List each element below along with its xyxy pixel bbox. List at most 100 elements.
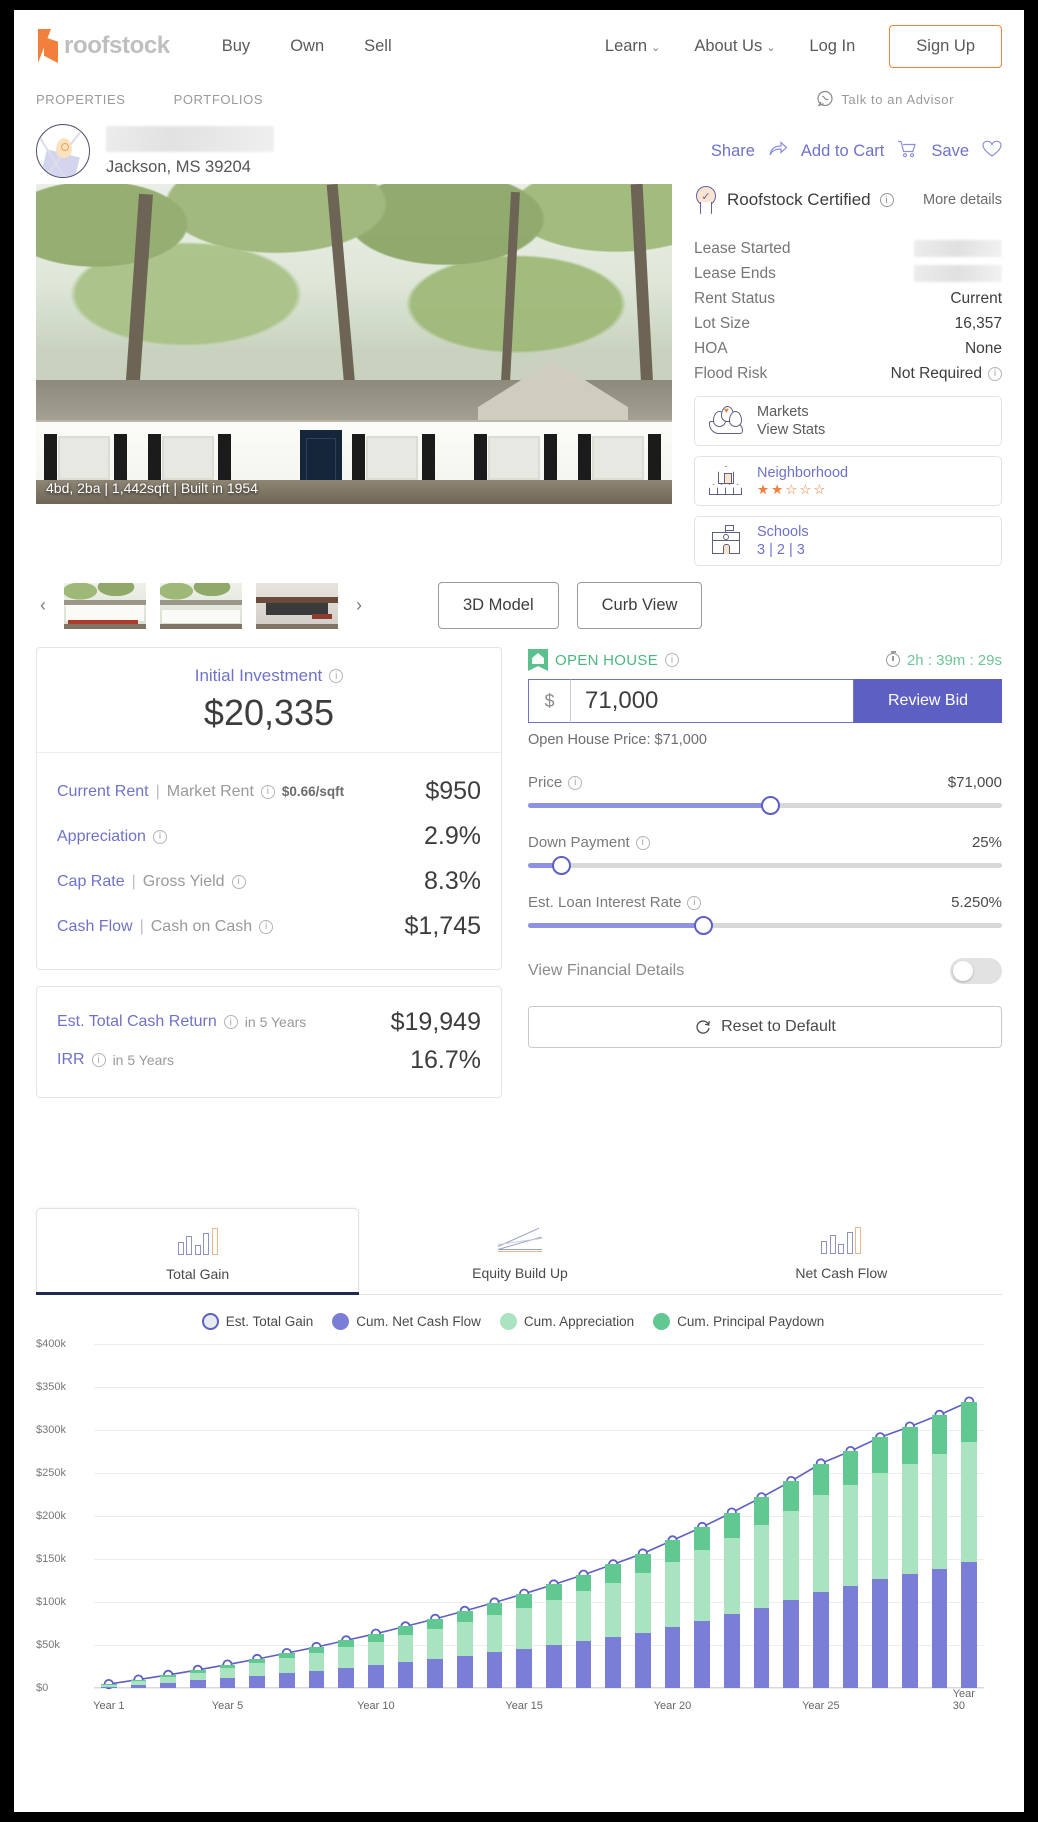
gallery-thumbnail[interactable] [64, 582, 146, 629]
sign-up-button[interactable]: Sign Up [889, 24, 1002, 68]
nav-link-learn[interactable]: Learn ⌄ [605, 37, 660, 56]
info-icon[interactable]: i [687, 895, 702, 910]
map-thumbnail-icon[interactable] [36, 124, 90, 178]
info-icon[interactable]: i [259, 919, 274, 934]
cart-icon[interactable] [897, 140, 918, 163]
chart-bar[interactable] [457, 1610, 473, 1688]
down-payment-slider-track[interactable] [528, 856, 1002, 875]
info-icon[interactable]: i [91, 1053, 106, 1067]
info-icon[interactable]: i [635, 835, 650, 850]
chart-bar[interactable] [753, 1497, 770, 1688]
share-icon[interactable] [768, 140, 788, 162]
chart-bar[interactable] [842, 1451, 859, 1688]
chart-bar[interactable] [694, 1527, 710, 1688]
chart-bar[interactable] [338, 1640, 354, 1688]
return-key[interactable]: IRR [57, 1051, 85, 1069]
talk-to-advisor-link[interactable]: Talk to an Advisor [816, 90, 1002, 108]
bid-amount-input[interactable]: 71,000 [570, 679, 854, 723]
save-button[interactable]: Save [931, 142, 969, 161]
chart-bar[interactable] [160, 1674, 176, 1688]
gallery-thumbnail[interactable] [160, 582, 242, 629]
chart-bar[interactable] [101, 1684, 117, 1688]
gallery-next-button[interactable]: › [352, 595, 366, 616]
chart-bar[interactable] [783, 1481, 799, 1688]
interest-rate-slider-knob[interactable] [694, 916, 714, 935]
neighborhood-card[interactable]: Neighborhood ★★☆☆☆ [694, 456, 1002, 506]
chart-bar[interactable] [635, 1553, 651, 1688]
reset-to-default-button[interactable]: Reset to Default [528, 1006, 1002, 1048]
info-icon[interactable]: i [665, 653, 680, 667]
info-icon[interactable]: i [231, 874, 246, 889]
chart-bar[interactable] [190, 1669, 206, 1688]
chart-bar[interactable] [219, 1664, 236, 1688]
chart-bar[interactable] [575, 1574, 592, 1688]
info-icon[interactable]: i [152, 829, 167, 844]
subnav-item-portfolios[interactable]: PORTFOLIOS [174, 92, 264, 107]
return-key[interactable]: Est. Total Cash Return [57, 1013, 217, 1031]
schools-card[interactable]: Schools 3 | 2 | 3 [694, 516, 1002, 566]
tab-net-cash-flow[interactable]: Net Cash Flow [681, 1208, 1002, 1294]
legend-item[interactable]: Cum. Net Cash Flow [332, 1313, 481, 1330]
chart-bar[interactable] [486, 1602, 503, 1688]
curb-view-button[interactable]: Curb View [576, 582, 703, 629]
gallery-thumbnail[interactable] [256, 582, 338, 629]
legend-item[interactable]: Cum. Principal Paydown [653, 1313, 824, 1330]
chart-bar[interactable] [249, 1658, 265, 1688]
3d-model-button[interactable]: 3D Model [438, 582, 559, 629]
chart-bar[interactable] [368, 1633, 384, 1688]
chart-bar[interactable] [427, 1618, 443, 1688]
nav-link-buy[interactable]: Buy [222, 37, 250, 56]
price-slider-knob[interactable] [760, 796, 780, 815]
gallery-prev-button[interactable]: ‹ [36, 595, 50, 616]
chart-bar[interactable] [724, 1512, 740, 1688]
chart-bar[interactable] [516, 1593, 532, 1688]
roofstock-logo[interactable]: roofstock [36, 29, 170, 63]
metric-subkey[interactable]: Cash on Cash [151, 918, 252, 936]
heart-icon[interactable] [982, 140, 1002, 163]
info-icon[interactable]: i [988, 366, 1002, 381]
metric-key[interactable]: Current Rent [57, 783, 149, 801]
legend-item[interactable]: Est. Total Gain [201, 1313, 313, 1330]
financial-details-toggle[interactable] [950, 958, 1002, 984]
tab-total-gain[interactable]: Total Gain [36, 1208, 360, 1295]
metric-key[interactable]: Cap Rate [57, 873, 125, 891]
info-icon[interactable]: i [260, 784, 275, 799]
chart-bar[interactable] [931, 1414, 948, 1688]
nav-link-about-us[interactable]: About Us ⌄ [694, 37, 775, 56]
info-icon[interactable]: i [879, 193, 894, 207]
nav-link-sell[interactable]: Sell [364, 37, 392, 56]
chart-bar[interactable] [308, 1646, 325, 1688]
chart-bar[interactable] [664, 1540, 681, 1688]
nav-link-own[interactable]: Own [290, 37, 324, 56]
chart-bar[interactable] [546, 1584, 562, 1688]
chart-bar[interactable] [397, 1626, 414, 1688]
price-slider-track[interactable] [528, 796, 1002, 815]
chart-bar[interactable] [902, 1426, 918, 1688]
metric-subkey[interactable]: Market Rent [167, 783, 254, 801]
markets-card[interactable]: Markets View Stats [694, 396, 1002, 446]
chart-bar[interactable] [130, 1679, 147, 1688]
metric-subkey[interactable]: Gross Yield [143, 873, 225, 891]
chart-bar[interactable] [961, 1401, 977, 1688]
info-icon[interactable]: i [568, 775, 583, 790]
more-details-link[interactable]: More details [923, 192, 1002, 208]
metric-key[interactable]: Appreciation [57, 828, 146, 846]
metric-key[interactable]: Cash Flow [57, 918, 133, 936]
down-payment-slider-knob[interactable] [552, 856, 572, 875]
nav-link-log-in[interactable]: Log In [809, 37, 855, 56]
property-photo[interactable]: 4bd, 2ba | 1,442sqft | Built in 1954 [36, 184, 672, 504]
chart-bar[interactable] [279, 1653, 295, 1688]
interest-rate-slider-track[interactable] [528, 916, 1002, 935]
subnav-item-properties[interactable]: PROPERTIES [36, 92, 126, 107]
tab-equity-build-up[interactable]: Equity Build Up [359, 1208, 680, 1294]
review-bid-button[interactable]: Review Bid [854, 679, 1002, 723]
info-icon[interactable]: i [329, 669, 344, 683]
share-button[interactable]: Share [711, 142, 755, 161]
chart-bar[interactable] [813, 1463, 829, 1688]
photo-window [58, 436, 110, 480]
add-to-cart-button[interactable]: Add to Cart [801, 142, 884, 161]
legend-item[interactable]: Cum. Appreciation [499, 1313, 634, 1330]
info-icon[interactable]: i [223, 1015, 238, 1029]
chart-bar[interactable] [872, 1437, 888, 1688]
chart-bar[interactable] [605, 1564, 621, 1688]
